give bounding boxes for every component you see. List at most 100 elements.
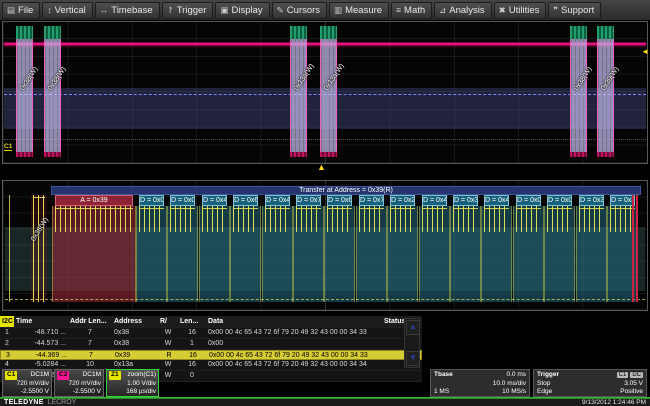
main-waveform-grid: 0x38(W)0x38(W)0x13a(W)0x13a(W)0x38(W)0x3… — [2, 21, 648, 164]
zoom-descriptor-z1[interactable]: Z1 zoom(C1) 1.00 V/div 168 µs/div — [106, 369, 159, 397]
trigger-panel[interactable]: Trigger C1DC Stop 3.05 V Edge Positive — [533, 369, 647, 397]
burst-clock-cap — [16, 26, 33, 39]
table-row[interactable]: 3-44.369 ...70x39R160x00 00 4c 65 43 72 … — [0, 350, 422, 360]
menu-item-label: File — [18, 5, 33, 16]
data-byte-box: D = 0x00 — [547, 195, 572, 206]
menu-item-timebase[interactable]: ↔Timebase — [95, 2, 160, 19]
burst-clock-cap — [570, 26, 587, 39]
byte-column — [199, 206, 230, 302]
menu-item-label: Support — [561, 5, 594, 16]
cursors-icon: ✎ — [277, 5, 284, 16]
data-byte-box: D = 0x6f — [327, 195, 352, 206]
menu-bar: ▤File↕Vertical↔Timebase↾Trigger▣Display✎… — [0, 0, 650, 20]
burst-body — [597, 39, 614, 152]
i2c-burst: 0x38(W) — [44, 26, 61, 157]
cell-addr_len: 7 — [68, 339, 112, 349]
scroll-down-button[interactable]: ▼ — [406, 351, 420, 366]
support-icon: ❞ — [553, 5, 558, 16]
byte-column — [576, 206, 607, 302]
channel-descriptor-c2[interactable]: C2 DC1M 720 mV/div -2.5500 V — [54, 369, 104, 397]
cell-len: 16 — [178, 328, 206, 338]
data-byte-box: D = 0x72 — [296, 195, 321, 206]
byte-column — [481, 206, 512, 302]
c1-zoom-trace — [359, 206, 384, 232]
cell-addr_len: 7 — [69, 351, 113, 359]
burst-foot — [597, 152, 614, 157]
menu-item-display[interactable]: ▣Display — [215, 2, 269, 19]
byte-column — [450, 206, 481, 302]
table-scrollbar[interactable]: ▲ ▼ — [404, 318, 420, 368]
trigger-icon: ↾ — [167, 5, 174, 16]
data-byte-box: D = 0x43 — [265, 195, 290, 206]
cell-rw: W — [158, 371, 178, 381]
trigger-coupling-chip: DC — [630, 372, 643, 378]
cell-rw: W — [158, 339, 178, 349]
col-rw: R/ — [158, 316, 178, 327]
cell-rw: W — [158, 328, 178, 338]
burst-body — [290, 39, 307, 152]
byte-column — [293, 206, 324, 302]
zoom-waveform-grid: 0x38(W) Transfer at Address = 0x39(R) A … — [2, 180, 648, 311]
data-byte-box: D = 0x00 — [516, 195, 541, 206]
menu-item-label: Display — [232, 5, 263, 16]
i2c-burst: 0x13a(W) — [290, 26, 307, 157]
timebase-panel[interactable]: Tbase 0.0 ms 10.0 ms/div 1 MS 10 MS/s — [430, 369, 530, 397]
table-row[interactable]: 1-48.710 ...70x38W160x00 00 4c 65 43 72 … — [0, 328, 422, 339]
data-byte-box: D = 0x49 — [422, 195, 447, 206]
menu-item-label: Analysis — [449, 5, 484, 16]
trigger-label: Trigger — [537, 371, 559, 380]
partial-burst — [31, 195, 47, 302]
cell-data: 0x00 00 4c 65 43 72 6f 79 20 49 32 43 00… — [206, 328, 382, 338]
byte-column — [230, 206, 261, 302]
data-byte-box: D = 0x65 — [233, 195, 258, 206]
z1-timebase: 168 µs/div — [109, 388, 156, 397]
byte-column — [419, 206, 450, 302]
menu-item-measure[interactable]: ▥Measure — [329, 2, 389, 19]
z1-source: zoom(C1) — [127, 371, 156, 380]
scroll-up-button[interactable]: ▲ — [406, 320, 420, 335]
table-header: I2C Time Addr Len... Address R/ Len... D… — [0, 316, 422, 328]
menu-item-trigger[interactable]: ↾Trigger — [162, 2, 214, 19]
menu-item-analysis[interactable]: ⊿Analysis — [434, 2, 492, 19]
data-byte-box: D = 0x20 — [390, 195, 415, 206]
measure-icon: ▥ — [334, 5, 342, 16]
table-row[interactable]: 2-44.573 ...70x38W10x00 — [0, 339, 422, 350]
byte-column — [324, 206, 355, 302]
trigger-level-marker[interactable]: ◄ — [641, 48, 649, 56]
data-byte-box: D = 0x4c — [202, 195, 227, 206]
cell-address: 0x38 — [112, 339, 158, 349]
cell-time: -44.369 ... — [15, 351, 69, 359]
menu-item-math[interactable]: ≡Math — [391, 2, 432, 19]
trigger-slope: Positive — [620, 388, 643, 397]
c1-zoom-trace — [233, 206, 258, 232]
c2-badge: C2 — [57, 371, 69, 380]
cell-rw: W — [158, 360, 178, 370]
vertical-icon: ↕ — [47, 5, 51, 15]
col-addr-len: Addr Len... — [68, 316, 112, 327]
menu-item-support[interactable]: ❞Support — [548, 2, 601, 19]
menu-item-file[interactable]: ▤File — [2, 2, 40, 19]
cell-data: 0x00 00 4c 65 43 72 6f 79 20 49 32 43 00… — [206, 360, 382, 370]
menu-item-vertical[interactable]: ↕Vertical — [42, 2, 92, 19]
menu-item-cursors[interactable]: ✎Cursors — [272, 2, 327, 19]
channel-descriptor-c1[interactable]: C1 DC1M 720 mV/div -2.5500 V — [2, 369, 52, 397]
burst-clock-cap — [290, 26, 307, 39]
cell-len: 0 — [178, 371, 206, 381]
burst-foot — [16, 152, 33, 157]
byte-column — [262, 206, 293, 302]
data-byte-box: D = 0x43 — [484, 195, 509, 206]
c1-zoom-trace — [547, 206, 572, 232]
menu-item-utilities[interactable]: ✖Utilities — [494, 2, 547, 19]
byte-column — [356, 206, 387, 302]
trigger-time-marker[interactable]: ▲ — [317, 163, 326, 172]
menu-item-label: Cursors — [287, 5, 320, 16]
byte-column — [52, 206, 136, 302]
address-byte-box: A = 0x39 — [55, 195, 133, 206]
menu-item-label: Utilities — [509, 5, 540, 16]
oscilloscope-screen: ▤File↕Vertical↔Timebase↾Trigger▣Display✎… — [0, 0, 650, 406]
brand-logo: TELEDYNE LECROY — [4, 399, 76, 406]
trigger-mode: Stop — [537, 380, 550, 389]
trigger-source-chip: C1 — [617, 372, 629, 378]
c2-offset: -2.5500 V — [57, 388, 101, 397]
burst-foot — [290, 152, 307, 157]
